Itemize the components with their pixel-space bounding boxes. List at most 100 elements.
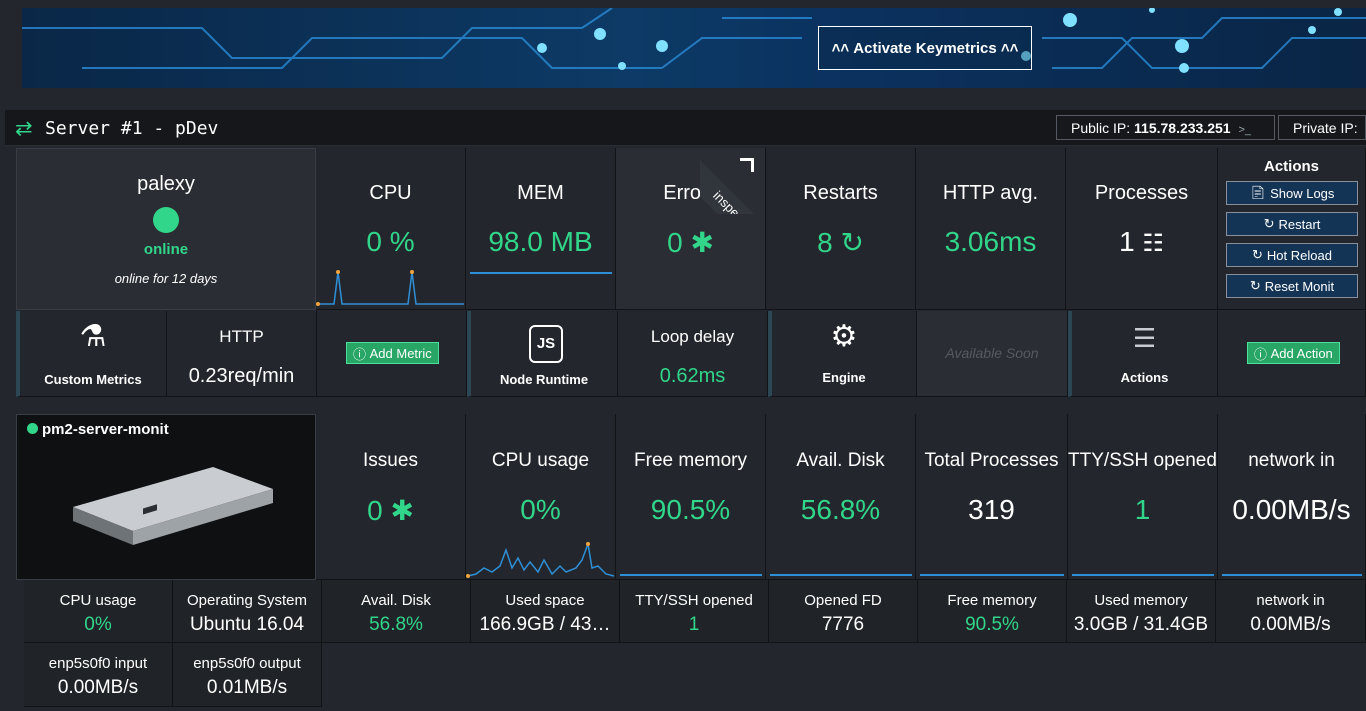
metric-cell: CPU usage 0% [24,580,173,643]
metric-cell: network in 0.00MB/s [1216,580,1366,643]
file-icon: 📄︎ [1249,185,1267,200]
total-processes-tile[interactable]: Total Processes 319 [916,414,1068,580]
processes-value: 1 [1119,226,1135,257]
metric-label: CPU usage [59,592,137,609]
info-icon: ⓘ [353,346,370,362]
loop-delay-tile[interactable]: Loop delay 0.62ms [618,311,768,397]
cpu-usage-label: CPU usage [491,450,590,471]
http-avg-value: 3.06ms [944,226,1037,257]
sitemap-icon: ☷ [1142,230,1164,257]
restarts-label: Restarts [803,182,878,204]
inspect-label: inspect [700,160,766,214]
metric-cell: enp5s0f0 output 0.01MB/s [173,643,322,707]
cpu-tile[interactable]: CPU 0 % [316,148,466,310]
processes-value-wrap: 1 ☷ [1066,226,1217,258]
hot-reload-button[interactable]: ↻ Hot Reload [1226,243,1358,267]
show-logs-button[interactable]: 📄︎ Show Logs [1226,181,1358,205]
restarts-tile[interactable]: Restarts 8 ↻ [766,148,916,310]
metric-label: Operating System [186,592,308,609]
avail-disk-value: 56.8% [800,494,881,525]
processes-tile[interactable]: Processes 1 ☷ [1066,148,1218,310]
metric-value: 56.8% [369,614,423,635]
metric-value: 90.5% [965,614,1019,635]
add-metric-tile: ⓘ Add Metric [317,311,467,397]
metric-cell: Operating System Ubuntu 16.04 [173,580,322,643]
issues-label: Issues [363,450,418,471]
metric-label: Avail. Disk [361,592,431,609]
metric-value: 166.9GB / 43… [479,614,611,635]
add-metric-label: Add Metric [369,345,432,361]
network-in-label: network in [1248,450,1335,471]
mem-tile[interactable]: MEM 98.0 MB [466,148,616,310]
available-soon-label: Available Soon [945,345,1039,361]
public-ip-box[interactable]: Public IP: 115.78.233.251 >_ [1056,115,1275,140]
network-in-tile[interactable]: network in 0.00MB/s [1218,414,1366,580]
metric-value: 0.00MB/s [57,677,139,698]
tty-ssh-value: 1 [1134,494,1151,525]
mem-sparkline [470,272,612,274]
http-value: 0.23req/min [188,365,295,387]
server-rack-image [73,467,273,545]
nodejs-icon: JS [529,325,563,363]
expand-corner-icon [740,158,754,172]
server-monit-card[interactable]: pm2-server-monit [16,414,316,580]
free-memory-sparkline [620,574,762,576]
avail-disk-tile[interactable]: Avail. Disk 56.8% [766,414,916,580]
metric-cell: Used memory 3.0GB / 31.4GB [1067,580,1216,643]
loop-delay-label: Loop delay [650,327,735,346]
divider [0,397,1366,414]
cpu-usage-value: 0% [520,494,561,525]
sliders-icon: ☰ [1132,323,1157,353]
tty-ssh-tile[interactable]: TTY/SSH opened 1 [1068,414,1218,580]
issues-value: 0 [367,495,383,526]
custom-metrics-label: Custom Metrics [44,372,142,387]
issues-tile[interactable]: Issues 0 ✱ [316,414,466,580]
cpu-usage-sparkline [466,541,615,578]
activate-keymetrics-button[interactable]: ˄˄ Activate Keymetrics ˄˄ [818,26,1032,70]
network-in-sparkline [1222,574,1362,576]
free-memory-tile[interactable]: Free memory 90.5% [616,414,766,580]
add-action-label: Add Action [1270,345,1333,361]
http-avg-label: HTTP avg. [942,182,1039,204]
status-dot [153,207,179,233]
free-memory-label: Free memory [634,450,747,471]
add-metric-button[interactable]: ⓘ Add Metric [346,342,439,364]
add-action-button[interactable]: ⓘ Add Action [1247,342,1340,364]
metric-value: 0% [84,614,112,635]
reset-monit-button[interactable]: ↻ Reset Monit [1226,274,1358,298]
actions-module-tile[interactable]: ☰ Actions [1068,311,1218,397]
http-module-tile[interactable]: HTTP 0.23req/min [167,311,317,397]
metric-label: enp5s0f0 output [193,655,301,672]
swap-icon[interactable]: ⇄ [15,116,33,141]
engine-tile[interactable]: ⚙ Engine [768,311,917,397]
metric-value: 3.0GB / 31.4GB [1073,614,1209,635]
refresh-icon: ↻ [1263,216,1275,231]
metric-value: 1 [688,614,700,635]
metric-label: Used space [505,592,585,609]
metric-value: 0.00MB/s [1250,614,1331,635]
engine-label: Engine [822,370,866,385]
cpu-usage-tile[interactable]: CPU usage 0% [466,414,616,580]
private-ip-box[interactable]: Private IP: [1278,115,1366,140]
terminal-icon: >_ [1238,124,1252,136]
restarts-value: 8 [817,227,833,258]
app-uptime: online for 12 days [114,271,218,286]
node-runtime-tile[interactable]: JS Node Runtime [467,311,618,397]
restart-button[interactable]: ↻ Restart [1226,212,1358,236]
public-ip-value: 115.78.233.251 [1134,120,1231,136]
server-header: ⇄ Server #1 - pDev Public IP: 115.78.233… [5,110,1366,146]
metric-label: TTY/SSH opened [635,592,753,609]
inspect-ribbon[interactable]: inspect [700,148,766,214]
actions-module-label: Actions [1120,370,1169,385]
custom-metrics-tile[interactable]: ⚗ Custom Metrics [16,311,167,397]
cpu-sparkline [316,270,464,306]
cpu-value: 0 % [366,226,415,257]
restart-label: Restart [1278,216,1321,232]
total-processes-label: Total Processes [924,450,1059,471]
app-status-tile[interactable]: palexy online online for 12 days [16,148,316,310]
errors-value-wrap: 0 ✱ [616,226,765,259]
http-avg-tile[interactable]: HTTP avg. 3.06ms [916,148,1066,310]
metric-value: Ubuntu 16.04 [189,614,305,635]
metric-label: enp5s0f0 input [48,655,148,672]
actions-title: Actions [1263,158,1319,175]
